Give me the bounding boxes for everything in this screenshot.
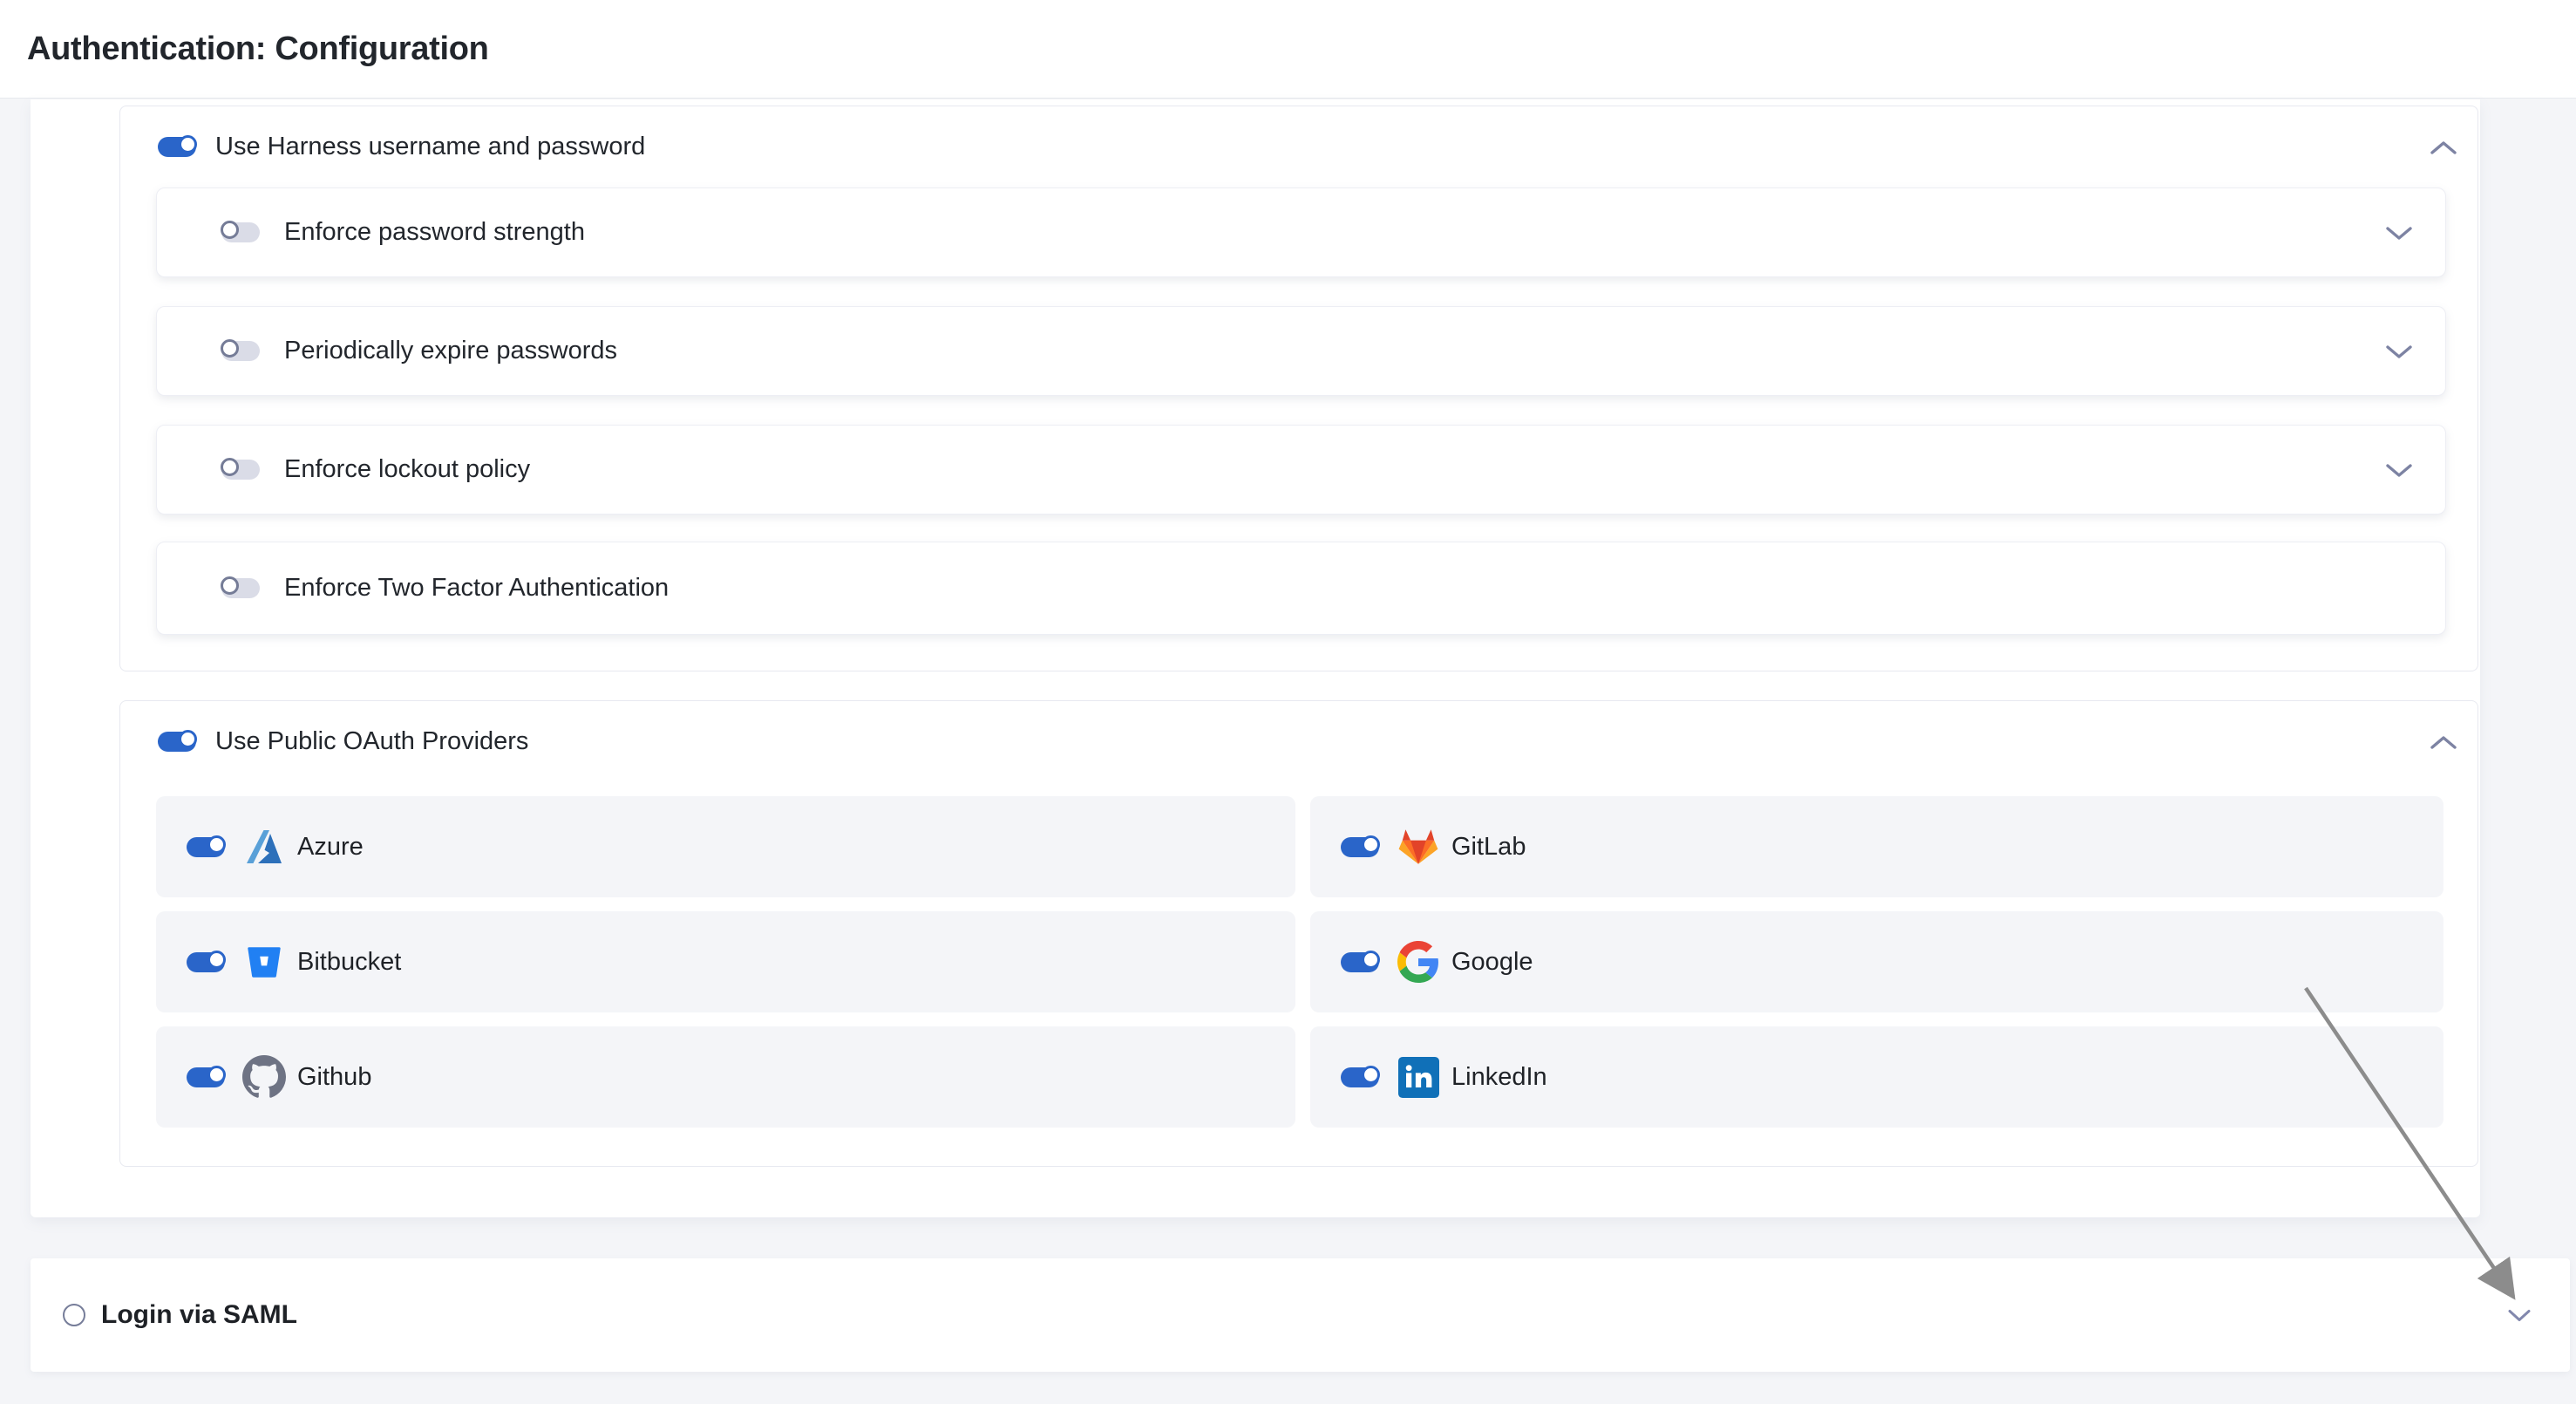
- page-header: Authentication: Configuration: [0, 0, 2576, 99]
- oauth-section-collapse-button[interactable]: [2429, 731, 2458, 753]
- lockout-policy-toggle[interactable]: [221, 460, 260, 480]
- toggle-knob: [1362, 951, 1380, 969]
- harness-login-section: Use Harness username and password Enforc…: [119, 106, 2478, 671]
- oauth-section-label: Use Public OAuth Providers: [215, 727, 528, 756]
- chevron-down-icon: [2386, 226, 2412, 241]
- two-factor-row[interactable]: Enforce Two Factor Authentication: [156, 542, 2446, 635]
- github-icon: [242, 1055, 286, 1099]
- password-strength-toggle[interactable]: [221, 222, 260, 242]
- harness-section-label: Use Harness username and password: [215, 133, 645, 161]
- toggle-knob: [221, 576, 239, 595]
- toggle-knob: [221, 458, 239, 476]
- expire-passwords-toggle[interactable]: [221, 341, 260, 361]
- chevron-down-icon: [2386, 463, 2412, 478]
- provider-label: LinkedIn: [1451, 1063, 1547, 1092]
- azure-icon: [242, 825, 286, 869]
- provider-label: GitLab: [1451, 833, 1526, 862]
- page-title: Authentication: Configuration: [27, 31, 489, 68]
- expand-row-button[interactable]: [2386, 344, 2412, 364]
- provider-row-google[interactable]: Google: [1310, 911, 2443, 1012]
- toggle-knob: [179, 135, 197, 153]
- lockout-policy-row[interactable]: Enforce lockout policy: [156, 425, 2446, 515]
- saml-radio-button[interactable]: [63, 1304, 85, 1326]
- oauth-section-header: Use Public OAuth Providers: [158, 701, 528, 781]
- provider-label: Github: [297, 1063, 371, 1092]
- two-factor-toggle[interactable]: [221, 578, 260, 598]
- oauth-provider-grid: Azure GitLab: [156, 796, 2443, 1128]
- oauth-toggle[interactable]: [158, 732, 196, 752]
- harness-section-collapse-button[interactable]: [2429, 136, 2458, 159]
- setting-row-label: Enforce password strength: [284, 218, 585, 247]
- bitbucket-toggle[interactable]: [187, 952, 225, 972]
- provider-row-github[interactable]: Github: [156, 1026, 1295, 1128]
- toggle-knob: [207, 951, 226, 969]
- chevron-up-icon: [2430, 140, 2457, 155]
- setting-row-label: Enforce lockout policy: [284, 455, 530, 484]
- provider-label: Azure: [297, 833, 364, 862]
- provider-row-gitlab[interactable]: GitLab: [1310, 796, 2443, 897]
- expand-row-button[interactable]: [2386, 463, 2412, 482]
- setting-row-label: Enforce Two Factor Authentication: [284, 574, 669, 603]
- chevron-down-icon: [2508, 1309, 2531, 1322]
- provider-row-bitbucket[interactable]: Bitbucket: [156, 911, 1295, 1012]
- harness-login-toggle[interactable]: [158, 137, 196, 157]
- toggle-knob: [221, 221, 239, 239]
- provider-row-linkedin[interactable]: LinkedIn: [1310, 1026, 2443, 1128]
- chevron-up-icon: [2430, 735, 2457, 750]
- provider-label: Google: [1451, 948, 1533, 977]
- gitlab-icon: [1397, 825, 1440, 869]
- bitbucket-icon: [242, 940, 286, 984]
- provider-label: Bitbucket: [297, 948, 401, 977]
- linkedin-toggle[interactable]: [1341, 1067, 1379, 1087]
- setting-row-label: Periodically expire passwords: [284, 337, 617, 365]
- authentication-configuration-page: { "header": { "title": "Authentication: …: [0, 0, 2576, 1404]
- chevron-down-icon: [2386, 344, 2412, 359]
- toggle-knob: [207, 1066, 226, 1084]
- oauth-section: Use Public OAuth Providers Azure: [119, 700, 2478, 1167]
- toggle-knob: [221, 339, 239, 358]
- expand-row-button[interactable]: [2386, 226, 2412, 245]
- toggle-knob: [179, 730, 197, 748]
- linkedin-icon: [1397, 1055, 1440, 1099]
- google-toggle[interactable]: [1341, 952, 1379, 972]
- azure-toggle[interactable]: [187, 837, 225, 857]
- saml-expand-button[interactable]: [2508, 1309, 2531, 1326]
- toggle-knob: [207, 835, 226, 854]
- saml-label: Login via SAML: [101, 1300, 297, 1330]
- expire-passwords-row[interactable]: Periodically expire passwords: [156, 306, 2446, 396]
- password-strength-row[interactable]: Enforce password strength: [156, 187, 2446, 277]
- provider-row-azure[interactable]: Azure: [156, 796, 1295, 897]
- saml-login-card[interactable]: Login via SAML: [31, 1258, 2570, 1372]
- toggle-knob: [1362, 1066, 1380, 1084]
- google-icon: [1397, 940, 1440, 984]
- harness-section-header: Use Harness username and password: [158, 106, 645, 187]
- auth-settings-panel: Use Harness username and password Enforc…: [31, 99, 2480, 1217]
- toggle-knob: [1362, 835, 1380, 854]
- github-toggle[interactable]: [187, 1067, 225, 1087]
- gitlab-toggle[interactable]: [1341, 837, 1379, 857]
